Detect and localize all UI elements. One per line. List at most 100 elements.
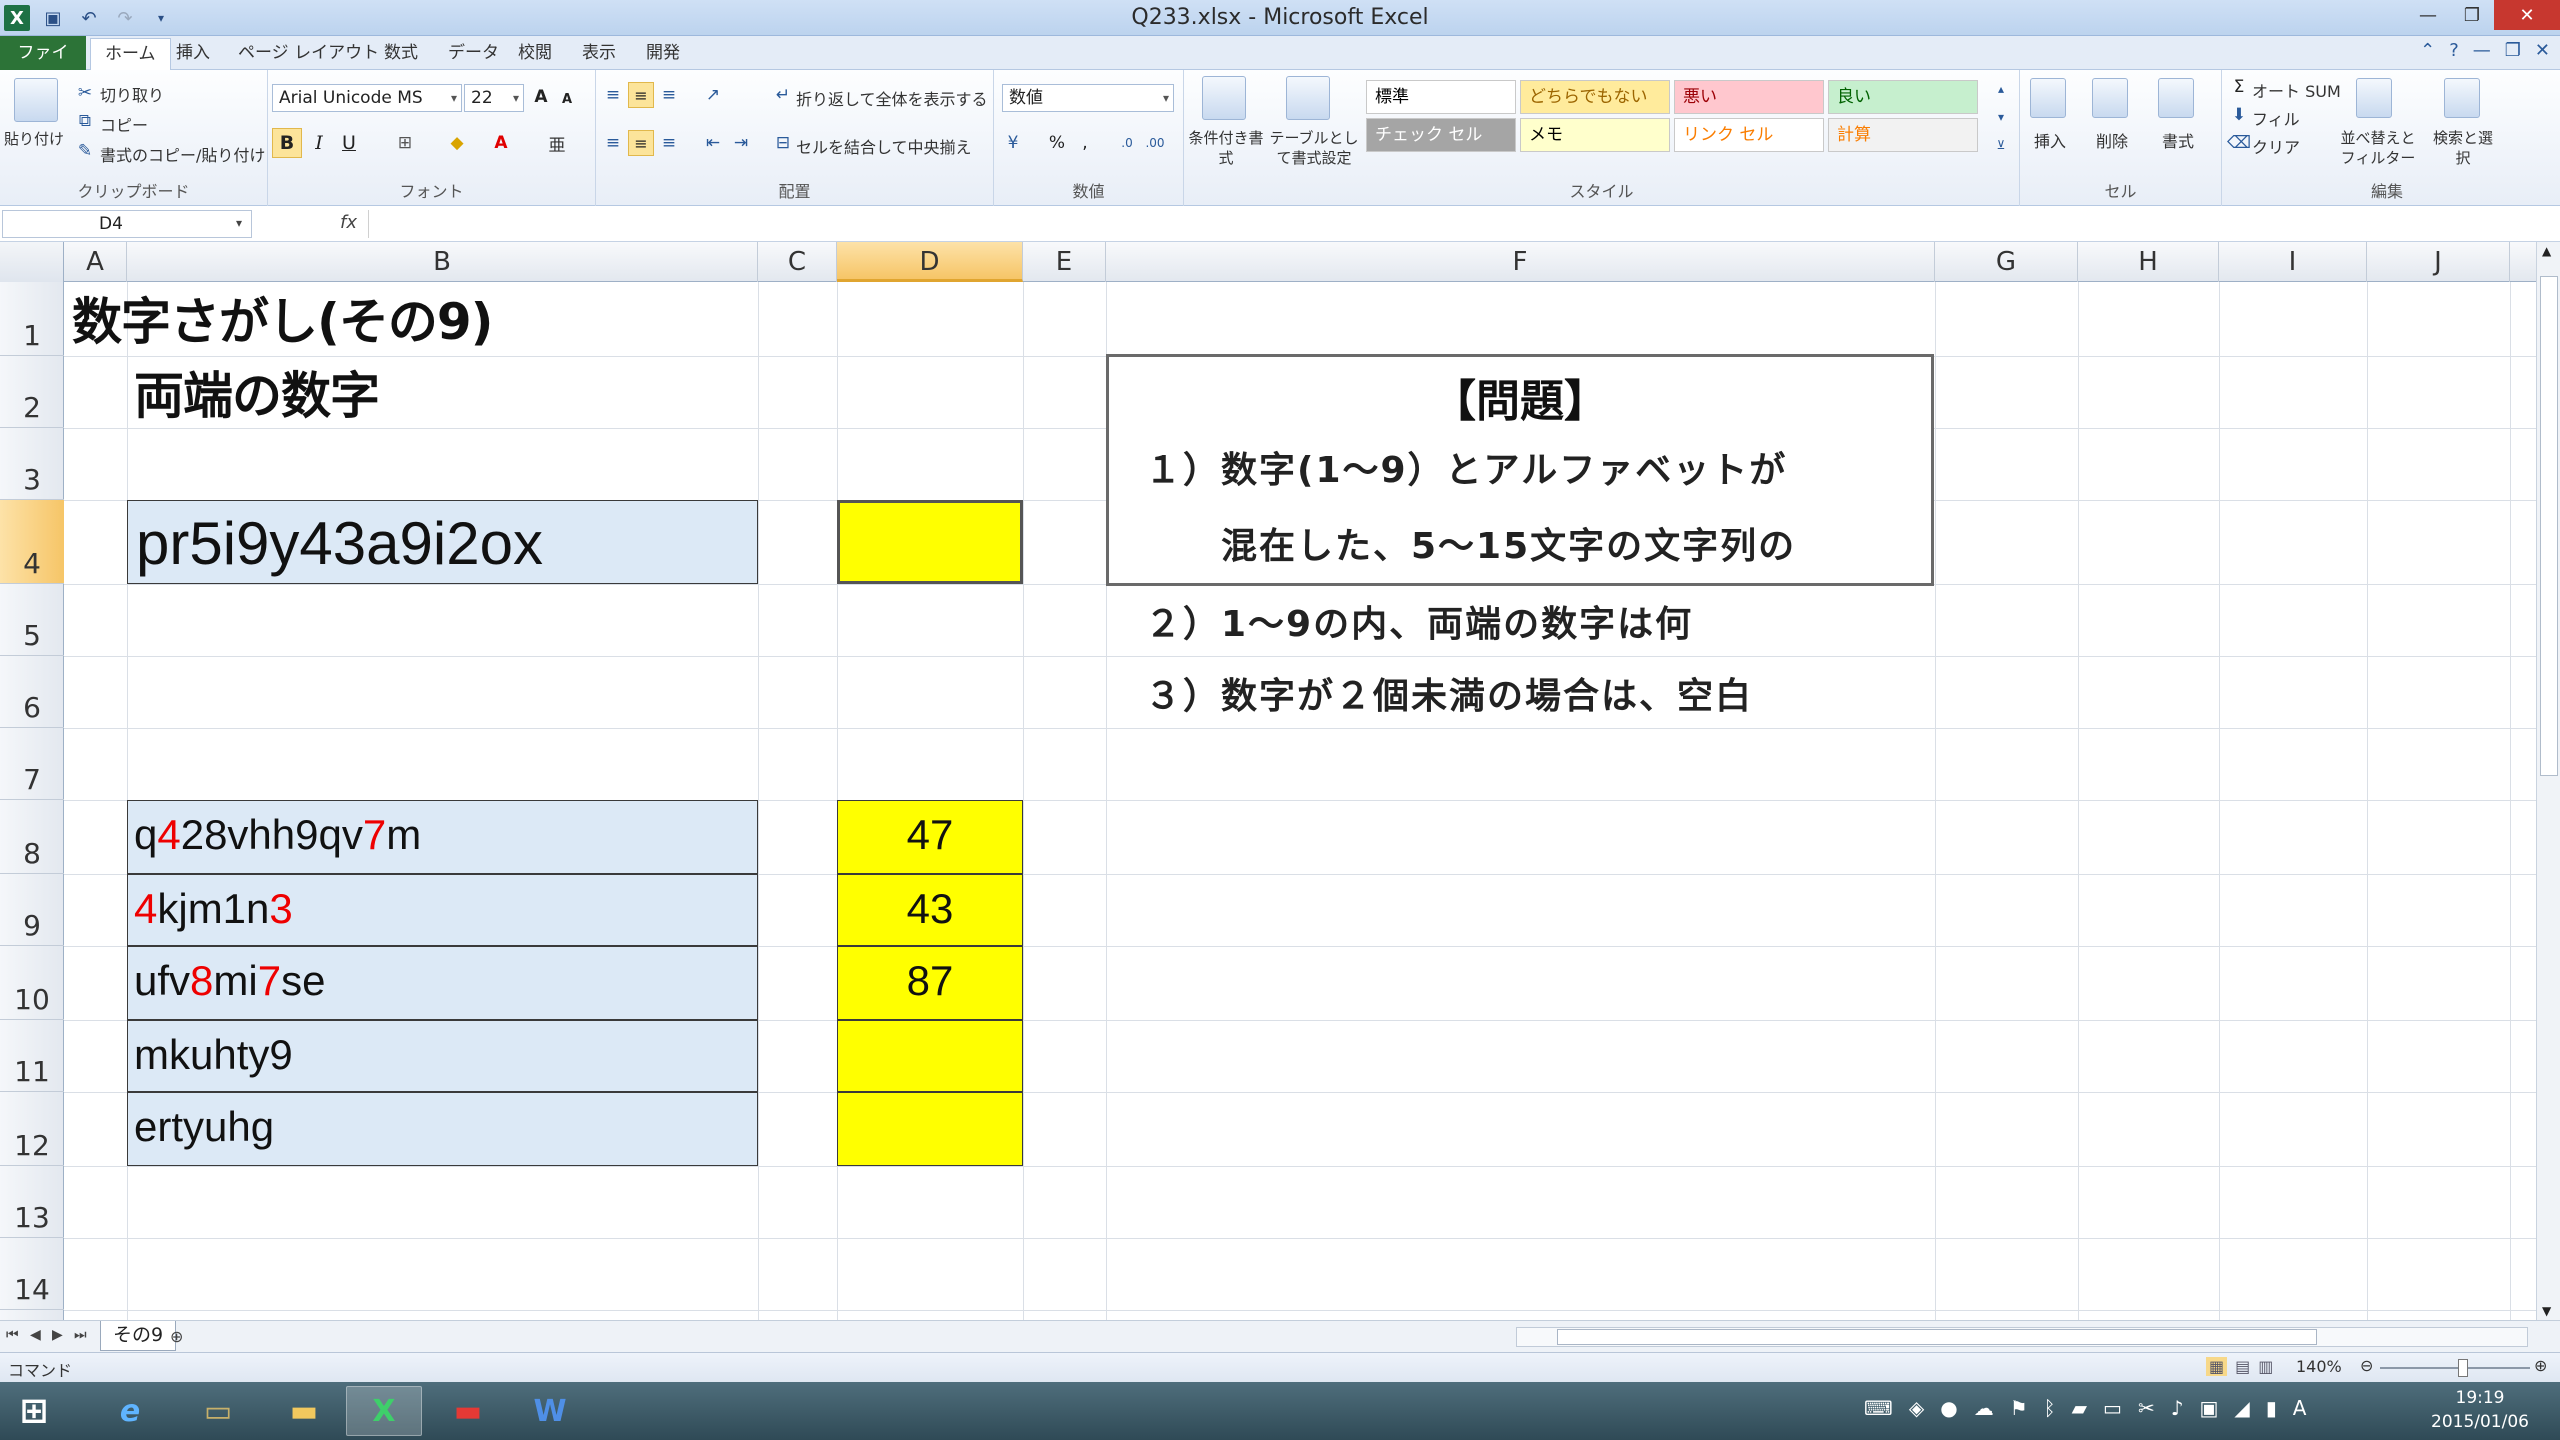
worksheet-grid[interactable]: ABCDEFGHIJ 1 2 3 4 5 6 7 8 9 10 11 12 13 14 数字さがし(その9… <box>0 242 2536 1320</box>
tab-review[interactable]: 校閲 <box>504 38 566 70</box>
vertical-scroll-thumb[interactable] <box>2540 276 2558 776</box>
zoom-slider-thumb[interactable] <box>2458 1359 2468 1377</box>
bold-button[interactable]: B <box>272 128 302 158</box>
flag-icon[interactable]: ⚑ <box>2010 1396 2028 1420</box>
example-string-cell[interactable]: mkuhty9 <box>127 1020 758 1092</box>
format-as-table-button[interactable]: テーブルとして書式設定 <box>1266 128 1362 168</box>
column-header-e[interactable]: E <box>1023 242 1106 282</box>
taskbar-clock[interactable]: 19:19 2015/01/06 <box>2420 1386 2540 1434</box>
sheet-tab-active[interactable]: その9 <box>100 1321 177 1351</box>
row-header-9[interactable]: 9 <box>0 874 64 946</box>
wrap-text-button[interactable]: 折り返して全体を表示する <box>796 86 988 110</box>
sort-filter-icon[interactable] <box>2356 78 2392 118</box>
app-red-icon[interactable]: ▬ <box>430 1386 506 1436</box>
sort-filter-button[interactable]: 並べ替えとフィルター <box>2338 128 2418 168</box>
tab-insert[interactable]: 挿入 <box>162 38 224 70</box>
tray-app-icon[interactable]: ◈ <box>1909 1396 1924 1420</box>
name-box-dropdown-icon[interactable]: ▾ <box>236 216 242 230</box>
decrease-decimal-icon[interactable]: .00 <box>1144 132 1166 154</box>
format-cells-button[interactable]: 書式 <box>2162 128 2194 152</box>
display-icon[interactable]: ▭ <box>2103 1396 2122 1420</box>
example-answer-cell[interactable]: 87 <box>837 946 1023 1020</box>
paste-icon[interactable] <box>14 78 58 122</box>
cell-style-5[interactable]: メモ <box>1520 118 1670 152</box>
delete-cells-icon[interactable] <box>2092 78 2128 118</box>
copy-button[interactable]: コピー <box>100 112 148 136</box>
comma-style-icon[interactable]: , <box>1074 132 1096 154</box>
next-sheet-icon[interactable]: ▶ <box>52 1327 63 1343</box>
decrease-indent-icon[interactable]: ⇤ <box>702 132 724 154</box>
percent-style-icon[interactable]: % <box>1046 132 1068 154</box>
tab-data[interactable]: データ <box>434 38 513 70</box>
column-header-j[interactable]: J <box>2367 242 2510 282</box>
underline-button[interactable]: U <box>334 128 364 158</box>
row-header-13[interactable]: 13 <box>0 1166 64 1238</box>
column-header-a[interactable]: A <box>64 242 127 282</box>
styles-more-icon[interactable]: ⊻ <box>1990 134 2012 156</box>
clear-button[interactable]: クリア <box>2252 134 2300 158</box>
help-icon[interactable]: ? <box>2449 40 2459 61</box>
tab-developer[interactable]: 開発 <box>632 38 694 70</box>
increase-decimal-icon[interactable]: .0 <box>1116 132 1138 154</box>
styles-scroll-up-icon[interactable]: ▴ <box>1990 78 2012 100</box>
paste-button[interactable]: 貼り付け <box>4 128 64 149</box>
row-header-14[interactable]: 14 <box>0 1238 64 1310</box>
column-header-d[interactable]: D <box>837 242 1023 282</box>
phonetic-icon[interactable]: 亜 <box>546 132 568 156</box>
cell-style-4[interactable]: チェック セル <box>1366 118 1516 152</box>
row-header-3[interactable]: 3 <box>0 428 64 500</box>
conditional-formatting-icon[interactable] <box>1202 76 1246 120</box>
number-format-combo[interactable]: 数値 <box>1002 84 1174 112</box>
ime-icon[interactable]: A <box>2293 1396 2307 1420</box>
row-header-12[interactable]: 12 <box>0 1092 64 1166</box>
insert-cells-button[interactable]: 挿入 <box>2034 128 2066 152</box>
row-header-7[interactable]: 7 <box>0 728 64 800</box>
nvidia-icon[interactable]: ▰ <box>2072 1396 2087 1420</box>
workbook-restore-icon[interactable]: ❐ <box>2505 40 2521 61</box>
start-button-icon[interactable]: ⊞ <box>0 1386 68 1436</box>
page-break-view-icon[interactable]: ▥ <box>2258 1357 2273 1376</box>
cell-style-2[interactable]: 悪い <box>1674 80 1824 114</box>
format-cells-icon[interactable] <box>2158 78 2194 118</box>
problem-textbox[interactable]: 【問題】 １）数字(1～9）とアルファベットが 混在した、5～15文字の文字列の… <box>1106 354 1934 717</box>
last-sheet-icon[interactable]: ⏭ <box>74 1327 87 1343</box>
row-header-6[interactable]: 6 <box>0 656 64 728</box>
sheet-title[interactable]: 数字さがし(その9) <box>72 282 493 354</box>
zoom-slider[interactable] <box>2380 1367 2530 1369</box>
horizontal-scrollbar[interactable] <box>1516 1327 2528 1347</box>
insert-sheet-icon[interactable]: ⊕ <box>170 1327 183 1346</box>
zoom-level[interactable]: 140% <box>2296 1357 2342 1376</box>
tab-home[interactable]: ホーム <box>90 38 171 70</box>
file-manager-icon[interactable]: ▭ <box>180 1386 256 1436</box>
zoom-out-icon[interactable]: ⊖ <box>2360 1356 2373 1375</box>
align-bottom-icon[interactable]: ≡ <box>658 84 680 106</box>
row-header-8[interactable]: 8 <box>0 800 64 874</box>
close-button[interactable]: ✕ <box>2494 0 2560 30</box>
tray-monitor-icon[interactable]: ▣ <box>2199 1396 2218 1420</box>
find-select-icon[interactable] <box>2444 78 2480 118</box>
example-answer-cell[interactable] <box>837 1020 1023 1092</box>
normal-view-icon[interactable]: ▦ <box>2206 1357 2228 1376</box>
font-name-combo[interactable]: Arial Unicode MS <box>272 84 462 112</box>
scroll-down-icon[interactable]: ▼ <box>2542 1304 2551 1318</box>
network-icon[interactable]: ◢ <box>2234 1396 2249 1420</box>
cell-style-0[interactable]: 標準 <box>1366 80 1516 114</box>
font-size-combo[interactable]: 22 <box>464 84 524 112</box>
insert-function-icon[interactable]: fx <box>340 212 357 233</box>
autosum-button[interactable]: オート SUM <box>2252 78 2341 102</box>
column-header-c[interactable]: C <box>758 242 837 282</box>
minimize-ribbon-icon[interactable]: ⌃ <box>2420 40 2435 61</box>
conditional-formatting-button[interactable]: 条件付き書式 <box>1188 128 1264 168</box>
example-string-cell[interactable]: ufv8mi7se <box>127 946 758 1020</box>
tab-page-layout[interactable]: ページ レイアウト <box>224 38 393 70</box>
merge-center-button[interactable]: セルを結合して中央揃え <box>796 134 972 158</box>
example-answer-cell[interactable]: 47 <box>837 800 1023 874</box>
cut-button[interactable]: 切り取り <box>100 82 164 106</box>
scroll-up-icon[interactable]: ▲ <box>2542 244 2551 258</box>
question-string-cell[interactable]: pr5i9y43a9i2ox <box>127 500 758 584</box>
example-string-cell[interactable]: q428vhh9qv7m <box>127 800 758 874</box>
tab-view[interactable]: 表示 <box>568 38 630 70</box>
find-select-button[interactable]: 検索と選択 <box>2430 128 2496 168</box>
name-box[interactable]: D4 <box>2 210 252 238</box>
align-right-icon[interactable]: ≡ <box>658 132 680 154</box>
